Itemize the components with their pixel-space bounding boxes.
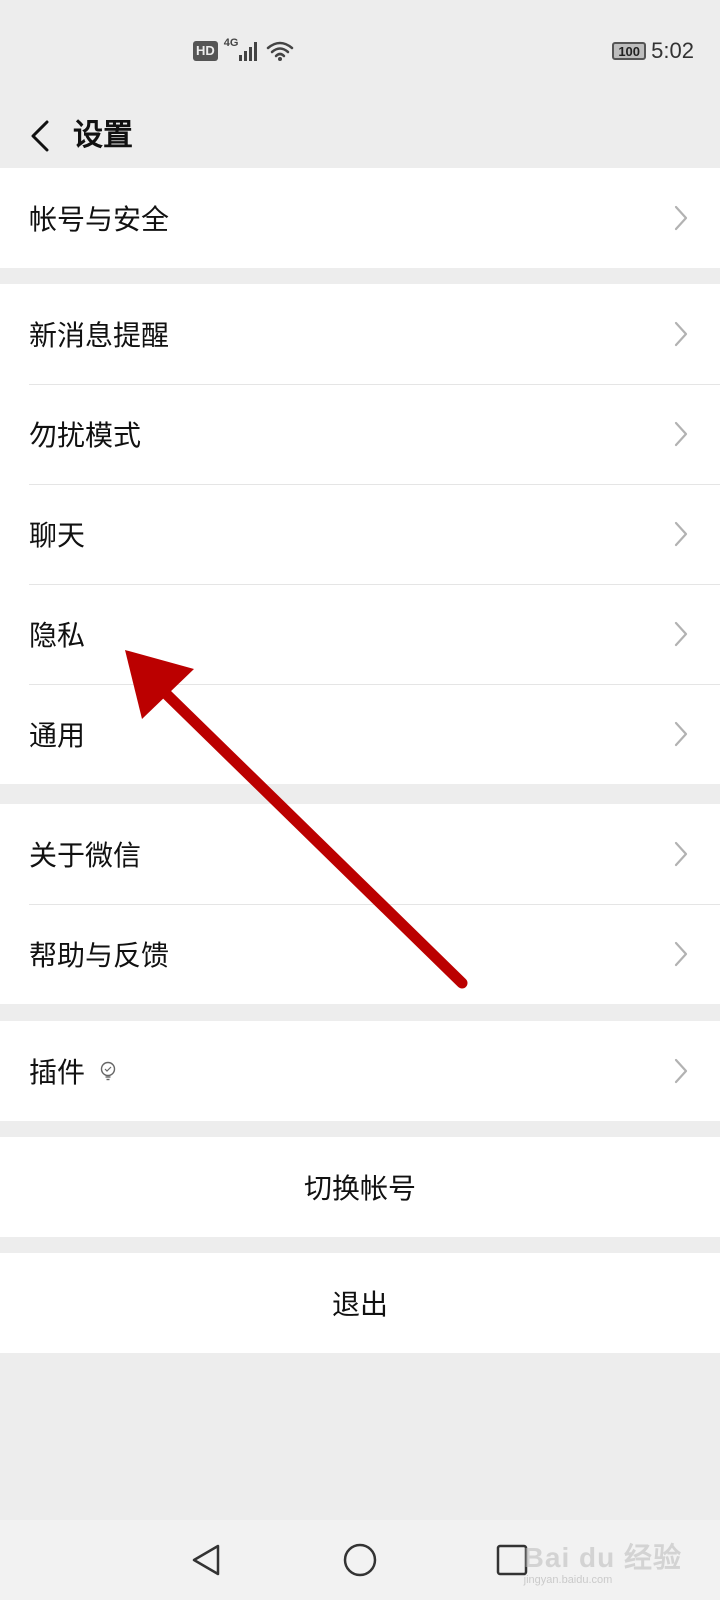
battery-icon: 100 (612, 42, 647, 60)
chevron-right-icon (674, 841, 688, 867)
wifi-icon (267, 41, 294, 61)
network-type-label: 4G (223, 37, 239, 49)
logout-button[interactable]: 退出 (0, 1253, 720, 1353)
row-help-feedback[interactable]: 帮助与反馈 (0, 904, 720, 1004)
chevron-right-icon (674, 1058, 688, 1084)
row-about-wechat[interactable]: 关于微信 (0, 804, 720, 904)
row-label: 帮助与反馈 (29, 939, 170, 972)
row-label: 插件 (29, 1056, 86, 1089)
row-account-security[interactable]: 帐号与安全 (0, 168, 720, 268)
row-label: 勿扰模式 (29, 419, 142, 452)
circle-home-icon (343, 1543, 377, 1577)
back-button[interactable] (18, 108, 62, 164)
switch-account-button[interactable]: 切换帐号 (0, 1137, 720, 1237)
nav-home-button[interactable] (334, 1534, 386, 1586)
signal-icon (239, 42, 258, 61)
chevron-right-icon (674, 621, 688, 647)
status-icons-right: 100 5:02 (612, 38, 694, 64)
chevron-right-icon (674, 421, 688, 447)
row-label: 帐号与安全 (29, 203, 170, 236)
row-label: 聊天 (29, 519, 86, 552)
chevron-right-icon (674, 205, 688, 231)
header: 设置 (0, 104, 720, 168)
settings-group-main: 新消息提醒 勿扰模式 聊天 隐私 通用 (0, 284, 720, 784)
chevron-right-icon (674, 721, 688, 747)
triangle-back-icon (192, 1544, 220, 1576)
watermark: Bai du 经验 jingyan.baidu.com (524, 1536, 682, 1586)
row-label: 新消息提醒 (29, 319, 170, 352)
status-bar: HD 4G 100 5:02 (0, 0, 720, 104)
chevron-right-icon (674, 521, 688, 547)
settings-group-plugins: 插件 (0, 1021, 720, 1121)
row-general[interactable]: 通用 (0, 684, 720, 784)
clock: 5:02 (651, 38, 694, 63)
chevron-right-icon (674, 321, 688, 347)
hd-badge: HD (193, 41, 218, 61)
row-new-message-alerts[interactable]: 新消息提醒 (0, 284, 720, 384)
switch-account-group: 切换帐号 (0, 1137, 720, 1237)
battery-level: 100 (618, 43, 641, 59)
row-label: 通用 (29, 719, 86, 752)
chevron-right-icon (674, 941, 688, 967)
row-label-with-icon: 插件 (29, 1051, 119, 1091)
lightbulb-icon (100, 1061, 116, 1081)
watermark-logo: Bai du 经验 (523, 1542, 682, 1573)
row-do-not-disturb[interactable]: 勿扰模式 (0, 384, 720, 484)
chevron-left-icon (31, 120, 49, 152)
logout-group: 退出 (0, 1253, 720, 1353)
settings-group-account: 帐号与安全 (0, 168, 720, 268)
status-icons-left: HD 4G (193, 37, 294, 62)
page-title: 设置 (73, 118, 133, 153)
row-label: 隐私 (29, 619, 86, 652)
settings-group-about: 关于微信 帮助与反馈 (0, 804, 720, 1004)
row-plugins[interactable]: 插件 (0, 1021, 720, 1121)
row-privacy[interactable]: 隐私 (0, 584, 720, 684)
row-label: 关于微信 (29, 839, 142, 872)
row-chats[interactable]: 聊天 (0, 484, 720, 584)
nav-back-button[interactable] (180, 1534, 232, 1586)
navigation-bar: Bai du 经验 jingyan.baidu.com (0, 1520, 720, 1600)
battery-indicator: 100 (612, 42, 647, 60)
